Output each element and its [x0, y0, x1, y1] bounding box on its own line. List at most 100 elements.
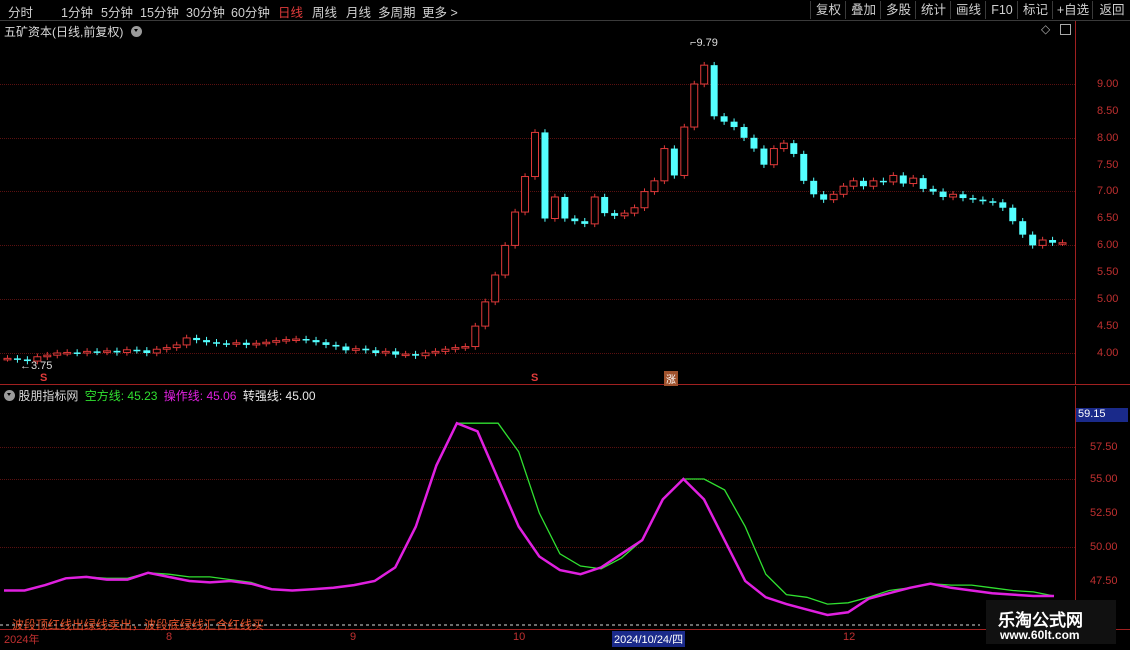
candle-body	[899, 175, 907, 184]
candle-body	[392, 351, 400, 355]
candle-body	[581, 221, 589, 224]
candle-body	[601, 196, 609, 214]
low-arrow-icon: ←	[20, 360, 31, 372]
candle-body	[750, 137, 758, 149]
candle-body	[590, 196, 599, 225]
candle-body	[879, 180, 887, 183]
candle-body	[979, 199, 987, 202]
period-tab-daily[interactable]: 日线	[278, 2, 303, 21]
operate-line	[4, 421, 1054, 617]
price-tick: 6.00	[1097, 239, 1119, 251]
candle-body	[451, 347, 460, 350]
candle-body	[113, 350, 121, 353]
candle-body	[431, 350, 440, 354]
candle-body	[193, 337, 201, 341]
candle-body	[242, 342, 250, 345]
restore-rights-button[interactable]: 复权	[810, 1, 846, 19]
period-tab-timeshare[interactable]: 分时	[8, 2, 33, 21]
candle-body	[829, 193, 838, 201]
event-tag: 涨	[664, 371, 678, 386]
candle-body	[481, 301, 490, 327]
statistics-button[interactable]: 统计	[915, 1, 951, 19]
candle-body	[550, 196, 559, 219]
add-watchlist-button[interactable]: +自选	[1052, 1, 1093, 19]
candle-body	[869, 180, 878, 187]
candle-body	[541, 132, 549, 219]
period-tab-monthly[interactable]: 月线	[346, 2, 371, 21]
overlay-button[interactable]: 叠加	[845, 1, 881, 19]
candle-body	[571, 218, 579, 222]
candle-body	[362, 348, 370, 351]
candle-body	[302, 339, 310, 341]
f10-button[interactable]: F10	[985, 1, 1018, 19]
candle-body	[700, 64, 709, 85]
candle-body	[83, 350, 92, 354]
period-tab-more[interactable]: 更多 >	[422, 2, 458, 21]
candle-body	[909, 177, 918, 185]
candle-body	[959, 194, 967, 199]
candle-body	[999, 202, 1007, 208]
candle-body	[839, 185, 848, 195]
indicator-tick: 57.50	[1090, 441, 1118, 453]
indicator-tick: 47.50	[1090, 575, 1118, 587]
candle-body	[172, 344, 181, 349]
candle-body	[103, 350, 111, 353]
draw-line-button[interactable]: 画线	[950, 1, 986, 19]
candle-body	[133, 349, 141, 352]
candle-body	[640, 191, 649, 209]
candle-body	[790, 143, 798, 154]
candle-body	[929, 188, 937, 192]
candle-body	[43, 354, 52, 358]
candle-body	[232, 342, 241, 345]
price-tick: 5.50	[1097, 266, 1119, 278]
candle-body	[1049, 240, 1057, 243]
candle-body	[401, 353, 410, 357]
candle-body	[152, 348, 161, 354]
price-tick: 4.50	[1097, 320, 1119, 332]
candle-body	[222, 343, 230, 345]
candle-body	[1019, 221, 1027, 235]
candle-body	[203, 340, 211, 343]
period-tab-60min[interactable]: 60分钟	[231, 2, 270, 21]
sell-marker: S	[40, 372, 48, 384]
period-tab-1min[interactable]: 1分钟	[61, 2, 93, 21]
candle-body	[919, 178, 927, 189]
multi-stock-button[interactable]: 多股	[880, 1, 916, 19]
candle-body	[143, 350, 151, 353]
indicator-tick: 55.00	[1090, 473, 1118, 485]
period-tab-30min[interactable]: 30分钟	[186, 2, 225, 21]
x-tick: 2024年	[4, 634, 40, 646]
candle-body	[720, 116, 728, 122]
candle-body	[760, 148, 768, 165]
current-value-badge: 59.15	[1076, 408, 1128, 422]
price-tick: 4.00	[1097, 347, 1119, 359]
candle-body	[262, 341, 271, 345]
candle-body	[820, 194, 828, 200]
candle-body	[620, 212, 629, 217]
x-tick: 12	[843, 631, 856, 643]
candle-body	[162, 347, 171, 350]
candle-body	[412, 354, 420, 356]
period-tab-5min[interactable]: 5分钟	[101, 2, 133, 21]
candle-body	[690, 83, 699, 128]
candle-body	[461, 346, 470, 349]
back-button[interactable]: 返回	[1092, 1, 1130, 19]
candle-body	[670, 148, 678, 176]
candle-body	[342, 346, 350, 351]
period-tab-15min[interactable]: 15分钟	[140, 2, 179, 21]
candle-body	[849, 180, 858, 187]
x-tick: 9	[350, 631, 357, 643]
candle-body	[969, 198, 977, 200]
candle-body	[213, 342, 220, 344]
indicator-axis-line	[1075, 386, 1076, 630]
price-axis-line	[1075, 21, 1076, 384]
candle-body	[611, 213, 619, 216]
mark-button[interactable]: 标记	[1017, 1, 1053, 19]
candle-body	[1029, 234, 1037, 246]
period-tab-weekly[interactable]: 周线	[312, 2, 337, 21]
x-tick: 10	[513, 631, 526, 643]
candle-body	[531, 131, 539, 178]
period-tab-multi[interactable]: 多周期	[378, 2, 416, 21]
candle-body	[272, 340, 281, 343]
candle-body	[1058, 242, 1067, 245]
